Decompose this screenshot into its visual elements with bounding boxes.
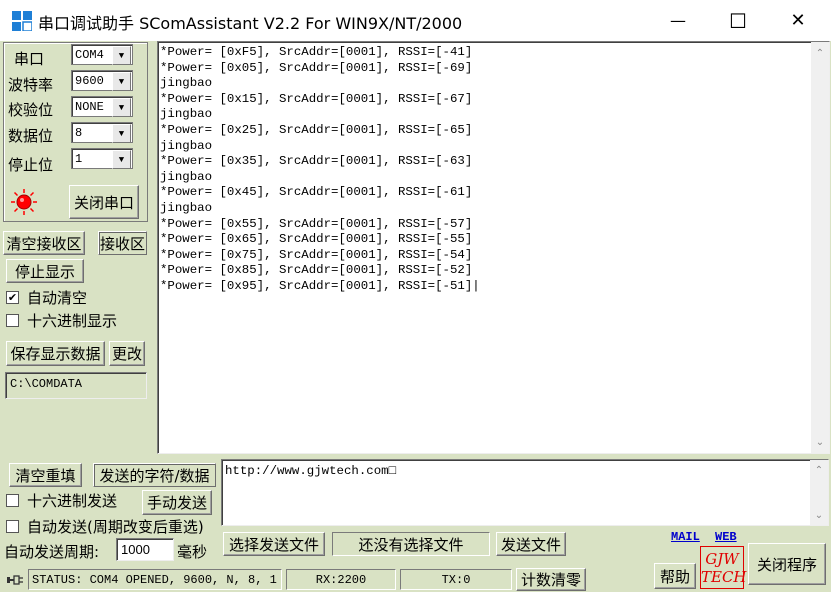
chevron-down-icon[interactable]: ▼ <box>112 98 131 117</box>
auto-clear-checkbox[interactable]: ✔ <box>6 291 19 304</box>
window-title: 串口调试助手 SComAssistant V2.2 For WIN9X/NT/2… <box>38 14 463 33</box>
stopbits-select[interactable]: 1 ▼ <box>71 148 133 169</box>
stopbits-label: 停止位 <box>8 156 54 174</box>
receive-area[interactable]: *Power= [0xF5], SrcAddr=[0001], RSSI=[-4… <box>157 41 830 454</box>
scroll-down-icon[interactable]: ⌄ <box>811 433 829 451</box>
close-icon: ✕ <box>790 10 806 31</box>
clear-resend-button[interactable]: 清空重填 <box>9 463 82 487</box>
change-path-button[interactable]: 更改 <box>109 341 145 366</box>
no-file-selected-text: 还没有选择文件 <box>332 532 490 556</box>
save-path-field: C:\COMDATA <box>5 372 147 399</box>
period-unit-label: 毫秒 <box>177 543 208 561</box>
mail-link[interactable]: MAIL <box>671 530 700 544</box>
chevron-down-icon[interactable]: ▼ <box>112 46 131 65</box>
databits-label: 数据位 <box>8 127 54 145</box>
minimize-button[interactable]: — <box>655 0 701 41</box>
baud-select[interactable]: 9600 ▼ <box>71 70 133 91</box>
scroll-down-icon[interactable]: ⌄ <box>810 507 828 523</box>
send-file-button[interactable]: 发送文件 <box>496 532 566 556</box>
maximize-icon: ☐ <box>729 8 747 33</box>
manual-send-button[interactable]: 手动发送 <box>142 490 212 515</box>
port-label: 串口 <box>14 50 45 68</box>
save-display-data-button[interactable]: 保存显示数据 <box>6 341 105 366</box>
close-port-button[interactable]: 关闭串口 <box>69 185 139 219</box>
port-status-led-icon <box>10 188 38 216</box>
app-icon <box>12 11 33 32</box>
logo-line1: GJW <box>705 550 739 568</box>
rx-count: RX:2200 <box>286 569 396 590</box>
chevron-down-icon[interactable]: ▼ <box>112 72 131 91</box>
web-link[interactable]: WEB <box>715 530 737 544</box>
receive-area-label: 接收区 <box>98 231 147 255</box>
status-text: STATUS: COM4 OPENED, 9600, N, 8, 1 <box>28 569 282 590</box>
chevron-down-icon[interactable]: ▼ <box>112 150 131 169</box>
clear-receive-button[interactable]: 清空接收区 <box>3 231 85 255</box>
gjw-logo[interactable]: GJW TECH <box>700 546 747 589</box>
plug-icon <box>4 571 26 589</box>
send-chars-label: 发送的字符/数据 <box>93 463 216 487</box>
help-button[interactable]: 帮助 <box>654 563 696 589</box>
auto-send-label: 自动发送(周期改变后重选) <box>27 518 204 536</box>
period-input[interactable]: 1000 <box>116 538 174 561</box>
close-button[interactable]: ✕ <box>775 0 821 41</box>
hex-send-checkbox[interactable] <box>6 494 19 507</box>
tx-count: TX:0 <box>400 569 512 590</box>
parity-label: 校验位 <box>8 101 54 119</box>
scroll-up-icon[interactable]: ⌃ <box>811 44 829 62</box>
hex-display-label: 十六进制显示 <box>27 312 118 330</box>
scroll-up-icon[interactable]: ⌃ <box>810 462 828 478</box>
main-panel: 串口 COM4 ▼ 波特率 9600 ▼ 校验位 NONE ▼ 数据位 8 ▼ … <box>0 41 831 592</box>
reset-count-button[interactable]: 计数清零 <box>516 568 586 591</box>
port-select[interactable]: COM4 ▼ <box>71 44 133 65</box>
chevron-down-icon[interactable]: ▼ <box>112 124 131 143</box>
stop-display-button[interactable]: 停止显示 <box>6 259 84 283</box>
send-text: http://www.gjwtech.com□ <box>225 464 397 478</box>
baud-label: 波特率 <box>8 76 54 94</box>
send-area[interactable]: http://www.gjwtech.com□ ⌃ ⌄ <box>221 459 829 526</box>
send-scrollbar[interactable]: ⌃ ⌄ <box>810 460 828 525</box>
parity-select[interactable]: NONE ▼ <box>71 96 133 117</box>
receive-scrollbar[interactable]: ⌃ ⌄ <box>811 42 829 453</box>
period-label: 自动发送周期: <box>4 543 100 561</box>
maximize-button[interactable]: ☐ <box>715 0 761 41</box>
databits-select[interactable]: 8 ▼ <box>71 122 133 143</box>
exit-program-button[interactable]: 关闭程序 <box>748 543 826 585</box>
logo-line2: TECH <box>701 568 747 586</box>
title-bar[interactable]: 串口调试助手 SComAssistant V2.2 For WIN9X/NT/2… <box>0 0 831 41</box>
hex-display-checkbox[interactable] <box>6 314 19 327</box>
select-send-file-button[interactable]: 选择发送文件 <box>223 532 325 556</box>
minimize-icon: — <box>670 11 686 30</box>
hex-send-label: 十六进制发送 <box>27 492 118 510</box>
auto-clear-label: 自动清空 <box>27 289 88 307</box>
auto-send-checkbox[interactable] <box>6 520 19 533</box>
receive-text: *Power= [0xF5], SrcAddr=[0001], RSSI=[-4… <box>160 45 480 293</box>
